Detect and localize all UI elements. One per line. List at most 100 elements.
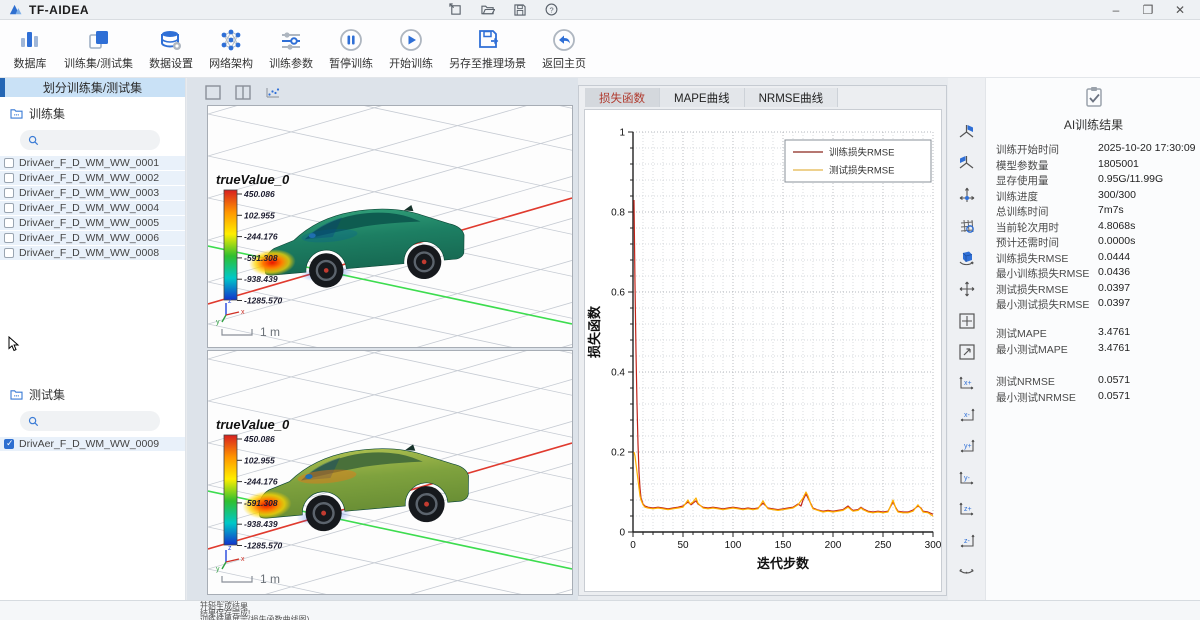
svg-text:迭代步数: 迭代步数 [757,556,810,571]
result-label: 预计还需时间 [996,235,1059,250]
checkbox[interactable] [4,218,14,228]
test-3d-view[interactable]: trueValue_0450.086102.955-244.176-591.30… [207,350,573,595]
result-label: 当前轮次用时 [996,220,1059,235]
checkbox[interactable] [4,188,14,198]
maximize-view-icon[interactable] [957,343,977,362]
train-test-set-button[interactable]: 训练集/测试集 [58,25,139,73]
train-item[interactable]: DrivAer_F_D_WM_WW_0001 [0,156,185,170]
data-settings-button[interactable]: 数据设置 [143,25,199,73]
svg-text:0.4: 0.4 [611,368,625,379]
result-value: 0.95G/11.99G [1098,173,1163,185]
result-label: 最小测试损失RMSE [996,297,1089,312]
checkbox[interactable] [4,439,14,449]
result-label: 最小测试MAPE [996,342,1068,357]
view-y-minus-button[interactable]: y- [957,469,977,488]
sliders-icon [278,27,304,53]
view-y-plus-button[interactable]: y+ [957,437,977,456]
checkbox[interactable] [4,173,14,183]
network-arch-button[interactable]: 网络架构 [203,25,259,73]
play-icon [398,27,424,53]
train-item[interactable]: DrivAer_F_D_WM_WW_0003 [0,186,185,200]
result-label: 训练损失RMSE [996,251,1068,266]
svg-text:-938.439: -938.439 [244,274,278,284]
svg-text:x: x [241,309,245,316]
checkbox[interactable] [4,203,14,213]
svg-text:1: 1 [619,128,625,139]
save-icon[interactable] [512,2,527,17]
datasets-icon [86,27,112,53]
test-item[interactable]: DrivAer_F_D_WM_WW_0009 [0,437,185,451]
train-item[interactable]: DrivAer_F_D_WM_WW_0008 [0,246,185,260]
database-button[interactable]: 数据库 [6,25,54,73]
new-window-icon[interactable] [448,2,463,17]
tool-label: 网络架构 [209,55,253,71]
result-row: 最小测试MAPE3.4761 [986,342,1200,358]
split-view-button[interactable] [235,85,251,100]
maximize-button[interactable]: ❐ [1136,1,1160,19]
tab-mape-curve[interactable]: MAPE曲线 [660,88,745,107]
svg-text:1 m: 1 m [260,325,280,339]
folder-icon [10,389,23,400]
close-button[interactable]: ✕ [1168,1,1192,19]
save-to-inference-button[interactable]: 另存至推理场景 [443,25,532,73]
train-item[interactable]: DrivAer_F_D_WM_WW_0004 [0,201,185,215]
search-icon [28,135,39,146]
pan-icon[interactable] [957,280,977,299]
grid-snap-icon[interactable] [957,217,977,236]
svg-text:z: z [228,298,232,305]
checkbox[interactable] [4,233,14,243]
fit-view-icon[interactable] [957,311,977,330]
back-home-button[interactable]: 返回主页 [536,25,592,73]
svg-text:损失函数: 损失函数 [587,305,602,358]
result-row: 最小测试损失RMSE 0.0397 [986,297,1200,313]
svg-text:-938.439: -938.439 [244,519,278,529]
start-training-button[interactable]: 开始训练 [383,25,439,73]
results-panel: AI训练结果 训练开始时间2025-10-20 17:30:09模型参数量180… [985,78,1200,600]
checkbox[interactable] [4,248,14,258]
minimize-button[interactable]: – [1104,1,1128,19]
train-3d-view[interactable]: trueValue_0450.086102.955-244.176-591.30… [207,105,573,348]
pause-training-button[interactable]: 暂停训练 [323,25,379,73]
loss-chart[interactable]: 05010015020025030000.20.40.60.81迭代步数损失函数… [584,109,942,592]
svg-text:-591.308: -591.308 [244,253,278,263]
train-item[interactable]: DrivAer_F_D_WM_WW_0006 [0,231,185,245]
svg-text:y: y [216,566,220,573]
help-icon[interactable]: ? [544,2,559,17]
iso-view-icon[interactable] [957,122,977,141]
result-label: 模型参数量 [996,158,1049,173]
rotate-cube-icon[interactable] [957,248,977,267]
tab-loss-function[interactable]: 损失函数 [585,88,660,107]
open-folder-icon[interactable] [480,2,495,17]
train-item[interactable]: DrivAer_F_D_WM_WW_0005 [0,216,185,230]
checkbox[interactable] [4,158,14,168]
train-search-input[interactable] [20,130,160,150]
train-set-section[interactable]: 训练集 [0,97,185,126]
result-label: 显存使用量 [996,173,1049,188]
single-view-button[interactable] [205,85,221,100]
svg-text:训练损失RMSE: 训练损失RMSE [829,147,894,159]
train-params-button[interactable]: 训练参数 [263,25,319,73]
network-icon [218,27,244,53]
chart-card: 损失函数 MAPE曲线 NRMSE曲线 05010015020025030000… [578,85,947,596]
test-set-section[interactable]: 测试集 [0,378,185,407]
plot-view-button[interactable] [265,85,281,100]
log-line: 开始生成结果 [200,604,1200,611]
view-z-minus-button[interactable]: z- [957,532,977,551]
iso-back-view-icon[interactable] [957,154,977,173]
view-z-plus-button[interactable]: z+ [957,500,977,519]
orbit-icon[interactable] [957,563,977,582]
train-item[interactable]: DrivAer_F_D_WM_WW_0002 [0,171,185,185]
fit-axes-icon[interactable] [957,185,977,204]
result-row: 总训练时间7m7s [986,204,1200,220]
result-value: 0.0397 [1098,297,1130,309]
tab-nrmse-curve[interactable]: NRMSE曲线 [745,88,839,107]
tool-label: 另存至推理场景 [449,55,526,71]
svg-text:0: 0 [630,540,636,551]
test-search-input[interactable] [20,411,160,431]
viewport-area: trueValue_0450.086102.955-244.176-591.30… [187,78,578,600]
svg-text:1 m: 1 m [260,572,280,586]
view-x-minus-button[interactable]: x- [957,406,977,425]
svg-text:z: z [228,545,232,552]
view-x-plus-button[interactable]: x+ [957,374,977,393]
result-row: 训练开始时间2025-10-20 17:30:09 [986,142,1200,158]
